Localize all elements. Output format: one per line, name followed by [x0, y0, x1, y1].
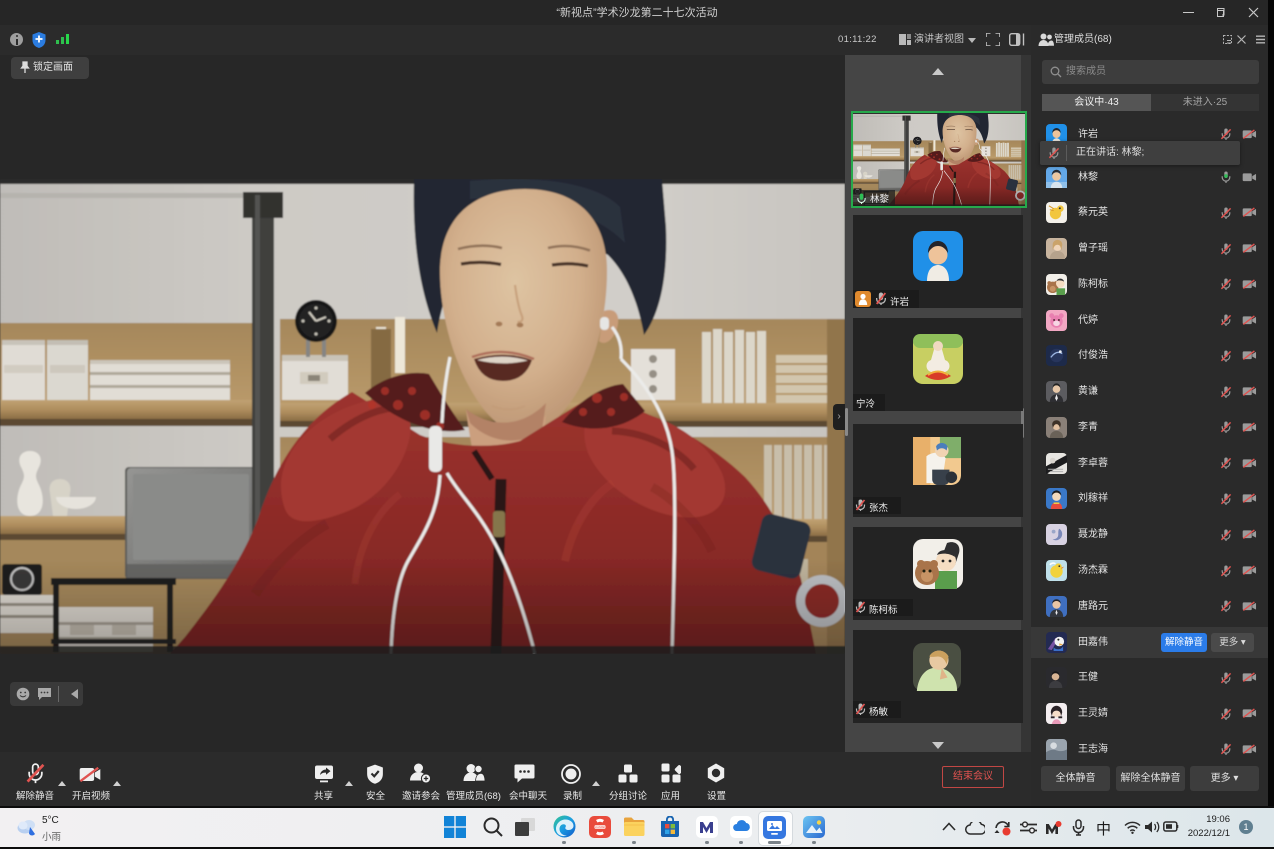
svg-text:HUAWEI: HUAWEI: [595, 825, 606, 829]
